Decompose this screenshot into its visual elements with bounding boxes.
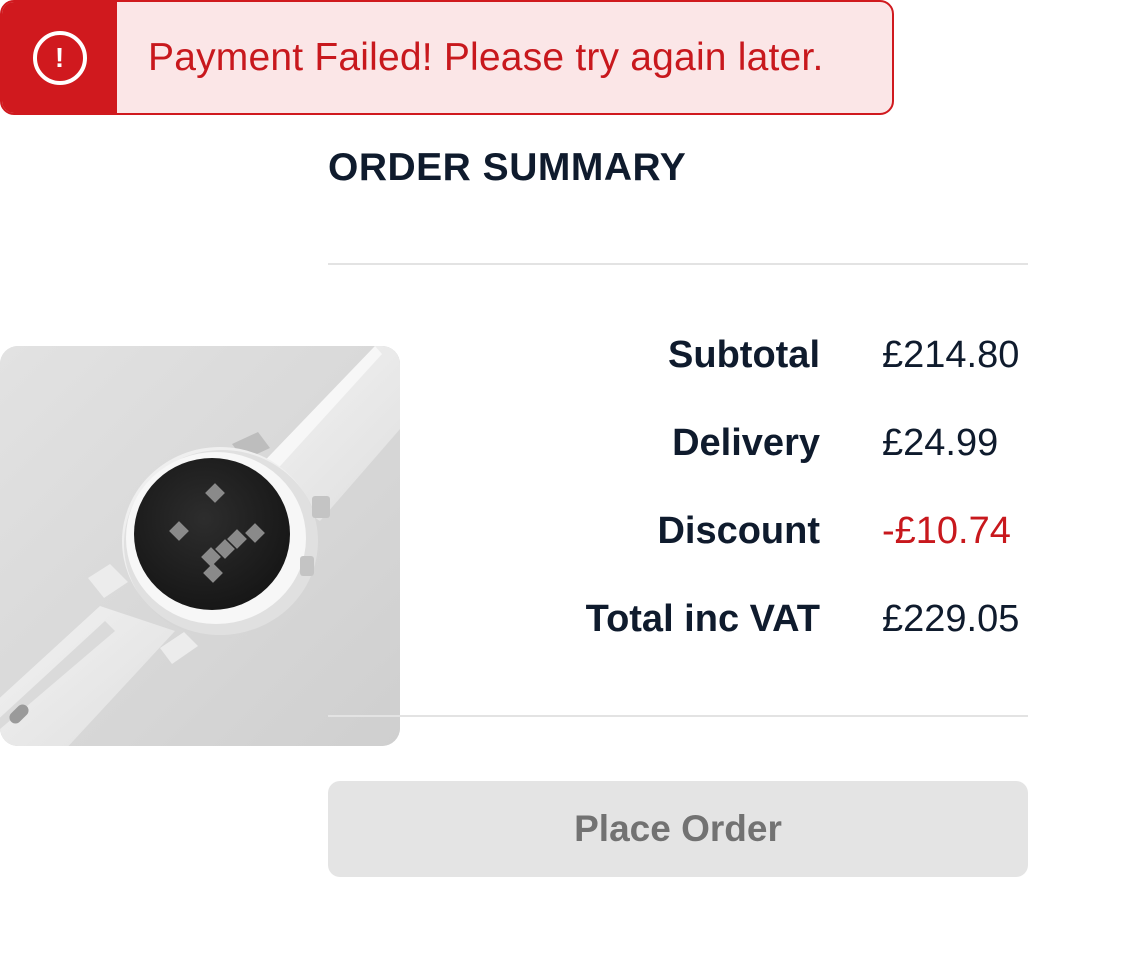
divider [328,715,1028,717]
toast-icon-container: ! [2,2,117,113]
summary-row-delivery: Delivery £24.99 [430,402,1028,490]
order-summary-rows: Subtotal £214.80 Delivery £24.99 Discoun… [430,314,1028,666]
summary-row-label: Total inc VAT [585,598,820,640]
summary-row-label: Subtotal [668,334,820,376]
summary-row-discount: Discount -£10.74 [430,490,1028,578]
summary-row-label: Discount [657,510,820,552]
summary-row-value: £214.80 [882,334,1020,376]
order-summary-title: ORDER SUMMARY [328,146,687,189]
smartwatch-image [0,346,400,746]
summary-row-value: £229.05 [882,598,1020,640]
divider [328,263,1028,265]
toast-message: Payment Failed! Please try again later. [148,35,824,79]
place-order-button[interactable]: Place Order [328,781,1028,877]
summary-row-value: £24.99 [882,422,999,464]
alert-circle-icon: ! [32,30,87,85]
summary-row-total: Total inc VAT £229.05 [430,578,1028,666]
summary-row-value: -£10.74 [882,510,1011,552]
summary-row-subtotal: Subtotal £214.80 [430,314,1028,402]
summary-row-label: Delivery [672,422,820,464]
payment-error-toast: ! Payment Failed! Please try again later… [0,0,894,115]
